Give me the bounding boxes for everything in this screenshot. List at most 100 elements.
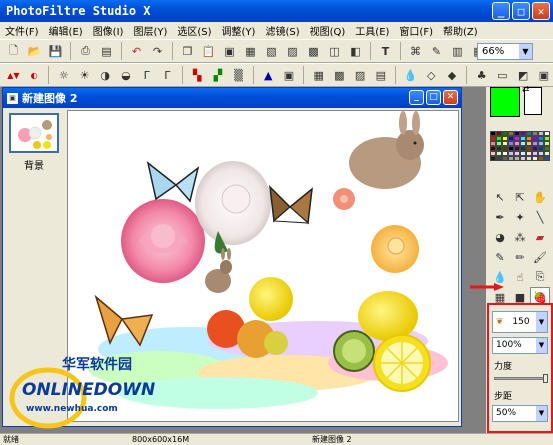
saturation-icon[interactable]: ▚: [188, 66, 207, 85]
noise-icon[interactable]: ▩: [330, 66, 349, 85]
step-label: 步距: [494, 392, 513, 402]
save-icon[interactable]: 💾: [46, 42, 65, 61]
filter-toolbar: ▲▼ ◐ ☼ ☀ ◑ ◒ Γ Γ ▚ ▞ ▒ ▲ ▣ ▦ ▩ ▨ ▤ 💧 ◇ ◆…: [0, 63, 553, 87]
magic-wand-icon[interactable]: ✦: [510, 207, 530, 227]
menu-layer[interactable]: 图层(Y): [128, 23, 172, 38]
copy-icon[interactable]: ❐: [178, 42, 197, 61]
menu-image[interactable]: 图像(I): [88, 23, 129, 38]
chevron-down-icon[interactable]: ▼: [519, 44, 532, 59]
strength-slider[interactable]: [494, 374, 548, 383]
status-document: 新建图像 2: [312, 435, 352, 444]
menu-tools[interactable]: 工具(E): [350, 23, 394, 38]
color-palette[interactable]: [490, 131, 550, 175]
watermark-logo: 华军软件园 ONLINEDOWN www.newhua.com: [8, 346, 178, 434]
doc-minimize-button[interactable]: _: [409, 90, 424, 105]
resize-icon[interactable]: ▨: [283, 42, 302, 61]
brush-icon[interactable]: ✎: [490, 247, 510, 267]
swap-colors-icon[interactable]: ⇄: [522, 85, 530, 95]
layer-thumbnail[interactable]: [9, 113, 59, 153]
chevron-down-icon[interactable]: ▼: [536, 406, 547, 421]
sharpen-icon[interactable]: ▲: [259, 66, 278, 85]
new-file-icon[interactable]: 🗋: [4, 42, 23, 61]
menu-filter[interactable]: 滤镜(S): [260, 23, 304, 38]
gamma-up-icon[interactable]: Γ: [158, 66, 177, 85]
scan-icon[interactable]: ▤: [97, 42, 116, 61]
minimize-button[interactable]: _: [492, 2, 510, 20]
auto-level-icon[interactable]: ▲▼: [4, 66, 23, 85]
document-titlebar: ▣ 新建图像 2 _ □ ✕: [3, 88, 461, 108]
mosaic-icon[interactable]: ▦: [309, 66, 328, 85]
app-title: PhotoFiltre Studio X: [6, 4, 151, 18]
step-value: 50%: [496, 408, 517, 418]
line-icon[interactable]: ╲: [530, 207, 550, 227]
canvas-icon[interactable]: ▩: [304, 42, 323, 61]
drop-sharp-icon[interactable]: ◆: [443, 66, 462, 85]
transform-icon[interactable]: ◧: [346, 42, 365, 61]
emboss-icon[interactable]: ▣: [280, 66, 299, 85]
tube-size-select[interactable]: ❦ 150 ▼: [492, 311, 548, 333]
fill-bucket-icon[interactable]: ◕: [490, 227, 510, 247]
auto-contrast-icon[interactable]: ◐: [25, 66, 44, 85]
menu-file[interactable]: 文件(F): [0, 23, 44, 38]
drop-icon[interactable]: 💧: [401, 66, 420, 85]
opacity-select[interactable]: 100% ▼: [492, 337, 548, 354]
undo-icon[interactable]: ↶: [127, 42, 146, 61]
text-icon[interactable]: T: [376, 42, 395, 61]
contrast-down-icon[interactable]: ◑: [96, 66, 115, 85]
blur-icon[interactable]: ▨: [351, 66, 370, 85]
app-titlebar: PhotoFiltre Studio X _ □ ✕: [0, 0, 553, 22]
brush-settings-icon[interactable]: ✎: [427, 42, 446, 61]
paste-icon[interactable]: 📋: [199, 42, 218, 61]
menu-adjust[interactable]: 调整(Y): [217, 23, 261, 38]
close-button[interactable]: ✕: [532, 2, 550, 20]
layer-icon[interactable]: ◫: [325, 42, 344, 61]
hand-icon[interactable]: ✋: [530, 187, 550, 207]
chevron-down-icon[interactable]: ▼: [536, 338, 547, 353]
menu-bar: 文件(F) 编辑(E) 图像(I) 图层(Y) 选区(S) 调整(Y) 滤镜(S…: [0, 22, 553, 39]
select-arrow-icon[interactable]: ↖: [490, 187, 510, 207]
print-icon[interactable]: ⎙: [76, 42, 95, 61]
menu-window[interactable]: 窗口(F): [394, 23, 438, 38]
slider-thumb[interactable]: [543, 374, 548, 383]
soften-icon[interactable]: ▤: [371, 66, 390, 85]
eraser-icon[interactable]: ▰: [530, 227, 550, 247]
clone-stamp-icon[interactable]: ⎘: [530, 267, 550, 287]
menu-help[interactable]: 帮助(Z): [438, 23, 483, 38]
brightness-up-icon[interactable]: ☀: [75, 66, 94, 85]
brightness-down-icon[interactable]: ☼: [54, 66, 73, 85]
doc-close-button[interactable]: ✕: [443, 90, 458, 105]
paste-layer-icon[interactable]: ▦: [241, 42, 260, 61]
paste-new-icon[interactable]: ▣: [220, 42, 239, 61]
menu-view[interactable]: 视图(Q): [305, 23, 351, 38]
redo-icon[interactable]: ↷: [148, 42, 167, 61]
crop-icon[interactable]: ▧: [262, 42, 281, 61]
watermark-url: www.newhua.com: [26, 404, 118, 414]
zoom-select[interactable]: 66% ▼: [477, 43, 533, 60]
open-folder-icon[interactable]: 📂: [25, 42, 44, 61]
picture-icon[interactable]: ▣: [534, 66, 553, 85]
gamma-down-icon[interactable]: Γ: [137, 66, 156, 85]
frame-icon[interactable]: ▭: [493, 66, 512, 85]
foreground-color-swatch[interactable]: [490, 87, 520, 117]
chevron-down-icon[interactable]: ▼: [536, 312, 547, 332]
step-select[interactable]: 50% ▼: [492, 405, 548, 422]
smudge-icon[interactable]: ☝: [510, 267, 530, 287]
tool-options-panel: ❦ 150 ▼ 100% ▼ 力度 步距 50% ▼: [487, 303, 553, 433]
menu-selection[interactable]: 选区(S): [172, 23, 216, 38]
drop-blur-icon[interactable]: ◇: [422, 66, 441, 85]
grayscale-icon[interactable]: ▒: [229, 66, 248, 85]
advanced-brush-icon[interactable]: 🖌: [530, 247, 550, 267]
move-icon[interactable]: ⇱: [510, 187, 530, 207]
spray-icon[interactable]: ⁂: [510, 227, 530, 247]
pencil-icon[interactable]: ✏: [510, 247, 530, 267]
palette-icon[interactable]: ▥: [448, 42, 467, 61]
doc-maximize-button[interactable]: □: [426, 90, 441, 105]
menu-edit[interactable]: 编辑(E): [44, 23, 88, 38]
mask-icon[interactable]: ◩: [514, 66, 533, 85]
hue-icon[interactable]: ▞: [208, 66, 227, 85]
contrast-up-icon[interactable]: ◒: [117, 66, 136, 85]
module-icon[interactable]: ⌘: [406, 42, 425, 61]
stamp-icon[interactable]: ♣: [472, 66, 491, 85]
eyedropper-icon[interactable]: ✒: [490, 207, 510, 227]
maximize-button[interactable]: □: [512, 2, 530, 20]
